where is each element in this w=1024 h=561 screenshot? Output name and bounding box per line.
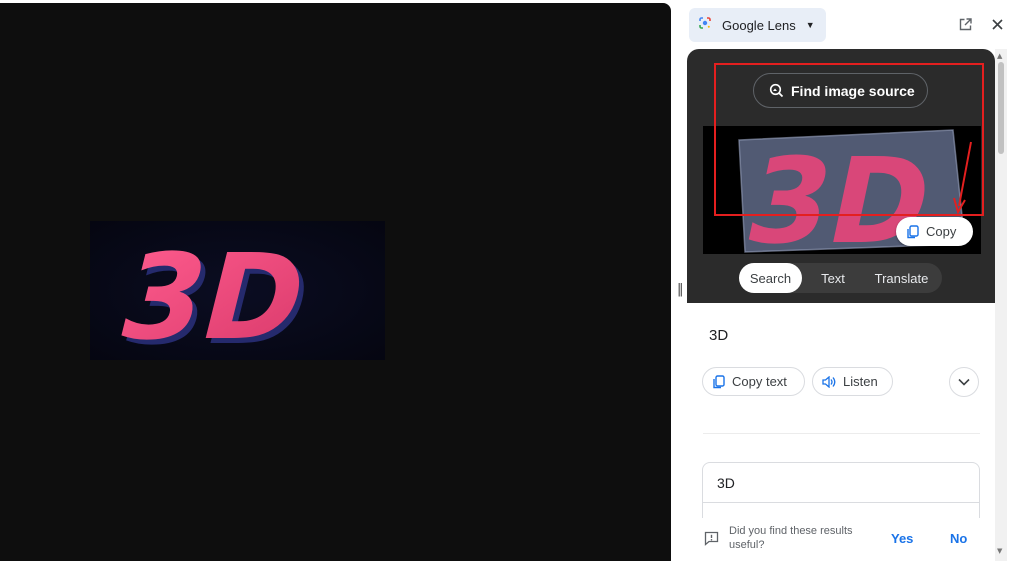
google-lens-side-panel: Google Lens ▼ Find image source 3D Copy … bbox=[683, 0, 1024, 561]
google-lens-title: Google Lens bbox=[722, 17, 796, 33]
find-image-source-label: Find image source bbox=[791, 82, 915, 99]
close-panel-button[interactable] bbox=[989, 16, 1005, 32]
feedback-icon bbox=[704, 531, 719, 546]
image-search-icon bbox=[769, 83, 784, 98]
close-icon bbox=[991, 18, 1003, 30]
scrollbar-thumb[interactable] bbox=[998, 62, 1004, 154]
tab-text[interactable]: Text bbox=[809, 263, 857, 293]
tab-translate[interactable]: Translate bbox=[863, 263, 940, 293]
listen-button[interactable]: Listen bbox=[812, 367, 893, 396]
detected-text-heading: 3D bbox=[709, 327, 729, 344]
recognized-text-value: 3D bbox=[717, 475, 735, 491]
open-in-new-tab-icon bbox=[959, 17, 972, 30]
scroll-up-arrow-icon[interactable]: ▲ bbox=[997, 52, 1002, 60]
tab-search[interactable]: Search bbox=[739, 263, 802, 293]
copy-icon bbox=[713, 374, 725, 388]
feedback-no-button[interactable]: No bbox=[950, 531, 967, 546]
feedback-question: Did you find these results useful? bbox=[729, 525, 853, 551]
google-lens-selector[interactable]: Google Lens ▼ bbox=[689, 8, 826, 42]
feedback-bar: Did you find these results useful? Yes N… bbox=[687, 518, 995, 561]
lens-mode-switcher: Search Text Translate bbox=[739, 263, 942, 293]
copy-text-label: Copy text bbox=[732, 374, 787, 389]
dropdown-caret-icon: ▼ bbox=[805, 20, 815, 30]
copy-text-button[interactable]: Copy text bbox=[702, 367, 805, 396]
copy-selection-label: Copy bbox=[926, 224, 957, 239]
google-lens-icon bbox=[698, 16, 712, 35]
open-in-new-tab-button[interactable] bbox=[957, 16, 973, 32]
find-image-source-button[interactable]: Find image source bbox=[753, 73, 928, 108]
chevron-down-icon bbox=[958, 378, 970, 386]
image-3d-letters: 3D bbox=[106, 230, 320, 360]
listen-label: Listen bbox=[843, 374, 878, 389]
copy-selection-button[interactable]: Copy bbox=[896, 217, 973, 246]
panel-scrollbar[interactable]: ▲ ▼ bbox=[995, 49, 1007, 561]
feedback-yes-button[interactable]: Yes bbox=[891, 531, 913, 546]
section-divider bbox=[703, 433, 980, 434]
expand-more-button[interactable] bbox=[949, 367, 979, 397]
annotation-red-arrow bbox=[953, 141, 972, 215]
main-3d-image: 3D 3D bbox=[90, 221, 385, 360]
field-divider bbox=[703, 502, 979, 503]
scroll-down-arrow-icon[interactable]: ▼ bbox=[997, 547, 1002, 555]
copy-icon bbox=[907, 224, 919, 238]
image-viewer: 3D 3D bbox=[0, 3, 671, 561]
speaker-icon bbox=[822, 375, 836, 388]
